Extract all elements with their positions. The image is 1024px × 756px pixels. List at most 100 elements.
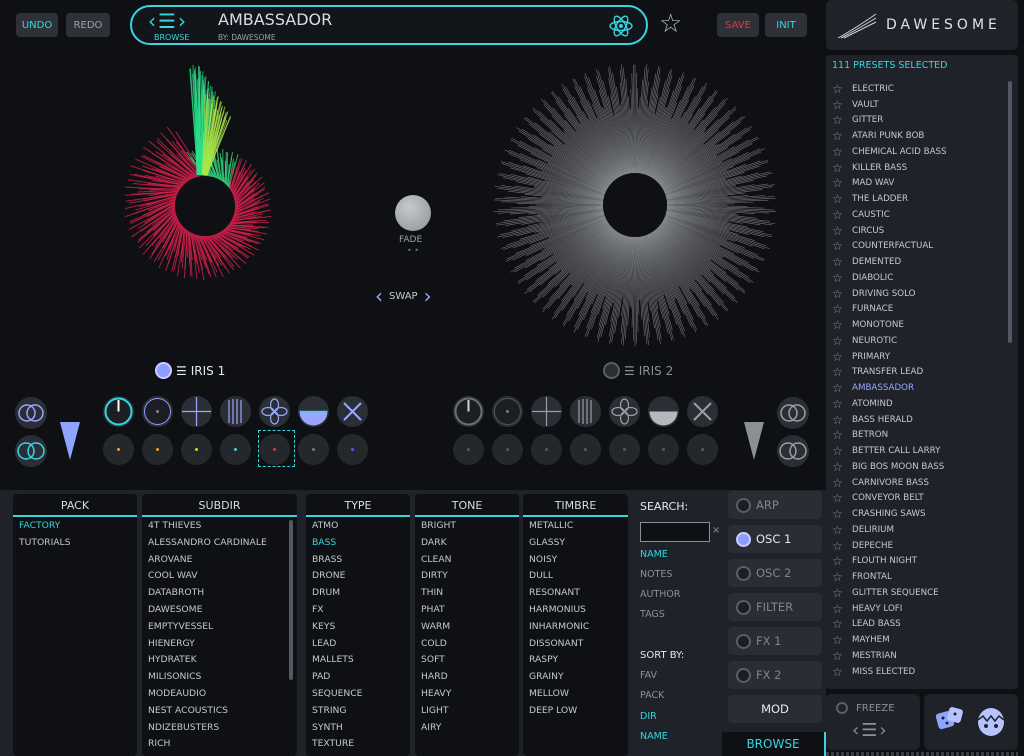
- arp-power-icon[interactable]: [736, 497, 751, 513]
- favorite-star-icon[interactable]: ☆: [832, 287, 852, 301]
- tone-item[interactable]: COLD: [421, 638, 513, 655]
- favorite-star-icon[interactable]: ☆: [659, 9, 682, 39]
- mod-slot[interactable]: [531, 434, 562, 465]
- iris2-close-knob[interactable]: [687, 396, 718, 427]
- tone-item[interactable]: THIN: [421, 587, 513, 604]
- favorite-star-icon[interactable]: ☆: [832, 444, 852, 458]
- timbre-item[interactable]: MELLOW: [529, 688, 622, 705]
- save-button[interactable]: SAVE: [717, 13, 759, 37]
- favorite-star-icon[interactable]: ☆: [832, 381, 852, 395]
- tab-browse[interactable]: BROWSE: [722, 732, 826, 756]
- iris1-gain-knob[interactable]: [103, 396, 134, 427]
- preset-item[interactable]: ☆ BETRON: [832, 428, 1002, 444]
- favorite-star-icon[interactable]: ☆: [832, 397, 852, 411]
- preset-item[interactable]: ☆ BIG BOS MOON BASS: [832, 459, 1002, 475]
- timbre-item[interactable]: GLASSY: [529, 537, 622, 554]
- preset-item[interactable]: ☆ KILLER BASS: [832, 160, 1002, 176]
- fx1-power-icon[interactable]: [736, 633, 751, 649]
- preset-item[interactable]: ☆ CAUSTIC: [832, 207, 1002, 223]
- chevron-right-icon[interactable]: ›: [424, 284, 432, 308]
- favorite-star-icon[interactable]: ☆: [832, 161, 852, 175]
- preset-item[interactable]: ☆ MAYHEM: [832, 632, 1002, 648]
- search-field-author[interactable]: AUTHOR: [640, 589, 680, 600]
- preset-item[interactable]: ☆ HEAVY LOFI: [832, 601, 1002, 617]
- favorite-star-icon[interactable]: ☆: [832, 460, 852, 474]
- iris2-visual[interactable]: [490, 60, 780, 350]
- iris2-stripes-knob[interactable]: [570, 396, 601, 427]
- preset-item[interactable]: ☆ ATOMIND: [832, 396, 1002, 412]
- subdir-item[interactable]: DAWESOME: [148, 604, 291, 621]
- favorite-star-icon[interactable]: ☆: [832, 507, 852, 521]
- pack-item[interactable]: TUTORIALS: [19, 537, 131, 554]
- tone-item[interactable]: LIGHT: [421, 705, 513, 722]
- iris2-crosshair-knob[interactable]: [531, 396, 562, 427]
- type-item[interactable]: LEAD: [312, 638, 404, 655]
- mod-slot[interactable]: [220, 434, 251, 465]
- search-field-notes[interactable]: NOTES: [640, 569, 672, 580]
- sort-pack[interactable]: PACK: [640, 690, 664, 701]
- type-item[interactable]: DRONE: [312, 570, 404, 587]
- favorite-star-icon[interactable]: ☆: [832, 271, 852, 285]
- mod-slot[interactable]: [298, 434, 329, 465]
- type-item[interactable]: MALLETS: [312, 654, 404, 671]
- subdir-item[interactable]: NEST ACOUSTICS: [148, 705, 291, 722]
- preset-item[interactable]: ☆ ELECTRIC: [832, 81, 1002, 97]
- timbre-item[interactable]: GRAINY: [529, 671, 622, 688]
- iris1-close-knob[interactable]: [337, 396, 368, 427]
- iris1-overlap-icon[interactable]: [14, 396, 48, 430]
- tone-item[interactable]: HARD: [421, 671, 513, 688]
- favorite-star-icon[interactable]: ☆: [832, 523, 852, 537]
- type-item[interactable]: ATMO: [312, 520, 404, 537]
- favorite-star-icon[interactable]: ☆: [832, 649, 852, 663]
- timbre-item[interactable]: RESONANT: [529, 587, 622, 604]
- type-item[interactable]: BASS: [312, 537, 404, 554]
- mod-slot[interactable]: [103, 434, 134, 465]
- tab-osc1[interactable]: OSC 1: [728, 525, 822, 553]
- swap-control[interactable]: ‹ SWAP ›: [375, 284, 432, 308]
- menu-icon[interactable]: ☰: [176, 364, 187, 378]
- iris1-stripes-knob[interactable]: [220, 396, 251, 427]
- preset-item[interactable]: ☆ NEUROTIC: [832, 333, 1002, 349]
- egg-creature-icon[interactable]: [974, 702, 1008, 738]
- subdir-item[interactable]: COOL WAV: [148, 570, 291, 587]
- subdir-item[interactable]: RICH: [148, 738, 291, 755]
- fx2-power-icon[interactable]: [736, 667, 751, 683]
- preset-item[interactable]: ☆ MAD WAV: [832, 176, 1002, 192]
- preset-item[interactable]: ☆ CARNIVORE BASS: [832, 475, 1002, 491]
- favorite-star-icon[interactable]: ☆: [832, 113, 852, 127]
- favorite-star-icon[interactable]: ☆: [832, 365, 852, 379]
- mod-slot[interactable]: [492, 434, 523, 465]
- favorite-star-icon[interactable]: ☆: [832, 413, 852, 427]
- dice-icon[interactable]: [934, 704, 966, 736]
- preset-item[interactable]: ☆ BASS HERALD: [832, 412, 1002, 428]
- subdir-item[interactable]: HYDRATEK: [148, 654, 291, 671]
- filter-power-icon[interactable]: [736, 599, 751, 615]
- preset-item[interactable]: ☆ CRASHING SAWS: [832, 506, 1002, 522]
- chevron-right-icon[interactable]: ›: [178, 9, 188, 33]
- preset-item[interactable]: ☆ ATARI PUNK BOB: [832, 128, 1002, 144]
- timbre-item[interactable]: RASPY: [529, 654, 622, 671]
- favorite-star-icon[interactable]: ☆: [832, 239, 852, 253]
- iris2-header[interactable]: ☰ IRIS 2: [603, 362, 673, 379]
- tone-item[interactable]: WARM: [421, 621, 513, 638]
- mod-slot[interactable]: [648, 434, 679, 465]
- tone-item[interactable]: BRIGHT: [421, 520, 513, 537]
- type-item[interactable]: FX: [312, 604, 404, 621]
- preset-item[interactable]: ☆ MISS ELECTED: [832, 664, 1002, 680]
- tone-item[interactable]: PHAT: [421, 604, 513, 621]
- freeze-toggle[interactable]: [836, 702, 848, 714]
- preset-item[interactable]: ☆ CIRCUS: [832, 223, 1002, 239]
- preset-item[interactable]: ☆ PRIMARY: [832, 349, 1002, 365]
- tab-filter[interactable]: FILTER: [728, 593, 822, 621]
- preset-item[interactable]: ☆ GLITTER SEQUENCE: [832, 585, 1002, 601]
- subdir-item[interactable]: MILISONICS: [148, 671, 291, 688]
- preset-item[interactable]: ☆ VAULT: [832, 97, 1002, 113]
- favorite-star-icon[interactable]: ☆: [832, 633, 852, 647]
- preset-item[interactable]: ☆ MESTRIAN: [832, 648, 1002, 664]
- timbre-item[interactable]: DISSONANT: [529, 638, 622, 655]
- type-item[interactable]: SEQUENCE: [312, 688, 404, 705]
- iris1-level-triangle[interactable]: [58, 420, 82, 462]
- mod-slot[interactable]: [687, 434, 718, 465]
- iris2-overlap-icon[interactable]: [776, 396, 810, 430]
- favorite-star-icon[interactable]: ☆: [832, 539, 852, 553]
